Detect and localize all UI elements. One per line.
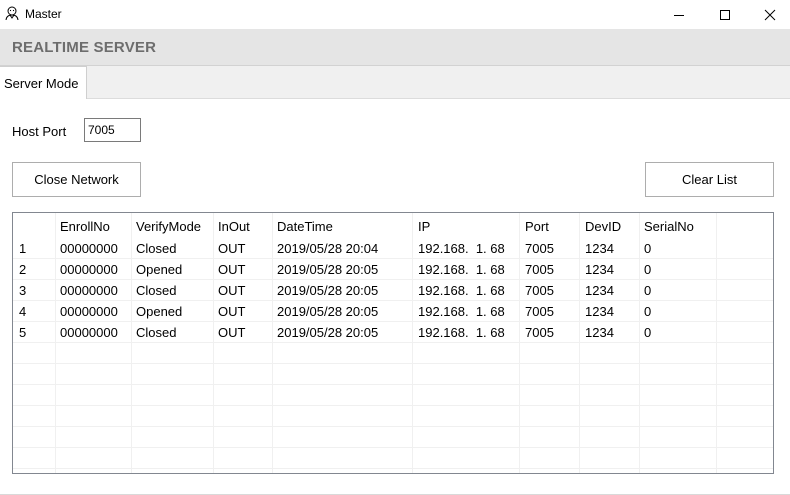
- column-header[interactable]: DevID: [585, 219, 621, 234]
- close-icon: [764, 9, 776, 21]
- main-window: Master REALTIME SERVER Server Mode Host …: [0, 0, 790, 495]
- column-header[interactable]: IP: [418, 219, 430, 234]
- table-cell: 192.168. 1. 68: [418, 241, 505, 256]
- table-cell: 3: [19, 283, 27, 298]
- table-cell: 2: [19, 262, 27, 277]
- table-cell: OUT: [218, 241, 246, 256]
- host-port-input[interactable]: [84, 118, 141, 142]
- table-cell: 2019/05/28 20:05: [277, 325, 379, 340]
- close-network-button[interactable]: Close Network: [12, 162, 141, 197]
- table-cell: 192.168. 1. 68: [418, 262, 505, 277]
- page-title: REALTIME SERVER: [12, 39, 157, 56]
- table-cell: OUT: [218, 325, 246, 340]
- table-cell: 00000000: [60, 283, 118, 298]
- table-cell: 1234: [585, 241, 614, 256]
- table-row[interactable]: 2 00000000 Opened OUT 2019/05/28 20:05 192.16…: [13, 258, 773, 279]
- table-cell: 7005: [525, 262, 554, 277]
- table-cell: 0: [644, 241, 652, 256]
- table-cell: 192.168. 1. 68: [418, 325, 505, 340]
- row-divider: [13, 405, 773, 406]
- table-row[interactable]: 5 00000000 Closed OUT 2019/05/28 20:05 192.16…: [13, 321, 773, 342]
- table-cell: Opened: [136, 304, 183, 319]
- table-cell: 1234: [585, 262, 614, 277]
- tab-label: Server Mode: [4, 76, 79, 91]
- person-outline-icon: [4, 5, 20, 21]
- column-header[interactable]: Port: [525, 219, 549, 234]
- tab-strip: Server Mode: [0, 66, 790, 99]
- title-bar[interactable]: Master: [0, 0, 790, 29]
- row-divider: [13, 426, 773, 427]
- host-port-label: Host Port: [12, 124, 67, 139]
- column-header[interactable]: InOut: [218, 219, 250, 234]
- table-cell: 7005: [525, 304, 554, 319]
- table-cell: 2019/05/28 20:05: [277, 262, 379, 277]
- maximize-button[interactable]: [702, 0, 748, 29]
- table-cell: 192.168. 1. 68: [418, 283, 505, 298]
- table-cell: 00000000: [60, 325, 118, 340]
- table-cell: OUT: [218, 262, 246, 277]
- table-cell: 1: [19, 241, 27, 256]
- minimize-button[interactable]: [656, 0, 702, 29]
- table-cell: 1234: [585, 283, 614, 298]
- tab-server-mode[interactable]: Server Mode: [0, 66, 87, 99]
- table-cell: Closed: [136, 241, 177, 256]
- table-cell: 0: [644, 325, 652, 340]
- table-cell: 192.168. 1. 68: [418, 304, 505, 319]
- table-cell: 00000000: [60, 304, 118, 319]
- records-list[interactable]: EnrollNo VerifyMode InOut DateTime IP Port Dev…: [12, 212, 774, 474]
- row-divider: [13, 447, 773, 448]
- close-button[interactable]: [747, 0, 790, 29]
- row-divider: [13, 468, 773, 469]
- row-divider: [13, 342, 773, 343]
- row-divider: [13, 363, 773, 364]
- records-list-body: EnrollNo VerifyMode InOut DateTime IP Port Dev…: [13, 213, 773, 473]
- table-cell: 2019/05/28 20:04: [277, 241, 379, 256]
- table-cell: 2019/05/28 20:05: [277, 304, 379, 319]
- table-cell: 0: [644, 283, 652, 298]
- table-row[interactable]: 4 00000000 Opened OUT 2019/05/28 20:05 192.16…: [13, 300, 773, 321]
- minimize-icon: [673, 9, 685, 21]
- window-title: Master: [25, 7, 62, 21]
- table-cell: 1234: [585, 304, 614, 319]
- table-cell: OUT: [218, 304, 246, 319]
- header-strip: REALTIME SERVER: [0, 29, 790, 66]
- table-cell: 7005: [525, 283, 554, 298]
- table-cell: 00000000: [60, 241, 118, 256]
- table-cell: 0: [644, 262, 652, 277]
- table-row[interactable]: 3 00000000 Closed OUT 2019/05/28 20:05 192.16…: [13, 279, 773, 300]
- table-cell: 5: [19, 325, 27, 340]
- table-cell: 7005: [525, 241, 554, 256]
- table-cell: Closed: [136, 283, 177, 298]
- column-header[interactable]: VerifyMode: [136, 219, 201, 234]
- column-header[interactable]: SerialNo: [644, 219, 694, 234]
- column-header[interactable]: DateTime: [277, 219, 333, 234]
- maximize-icon: [719, 9, 731, 21]
- table-cell: Opened: [136, 262, 183, 277]
- table-cell: 1234: [585, 325, 614, 340]
- table-cell: 0: [644, 304, 652, 319]
- table-cell: Closed: [136, 325, 177, 340]
- table-cell: 4: [19, 304, 27, 319]
- table-row[interactable]: 1 00000000 Closed OUT 2019/05/28 20:04 192.16…: [13, 237, 773, 258]
- table-cell: 7005: [525, 325, 554, 340]
- table-cell: 2019/05/28 20:05: [277, 283, 379, 298]
- row-divider: [13, 384, 773, 385]
- column-header[interactable]: EnrollNo: [60, 219, 110, 234]
- table-cell: OUT: [218, 283, 246, 298]
- clear-list-button[interactable]: Clear List: [645, 162, 774, 197]
- table-cell: 00000000: [60, 262, 118, 277]
